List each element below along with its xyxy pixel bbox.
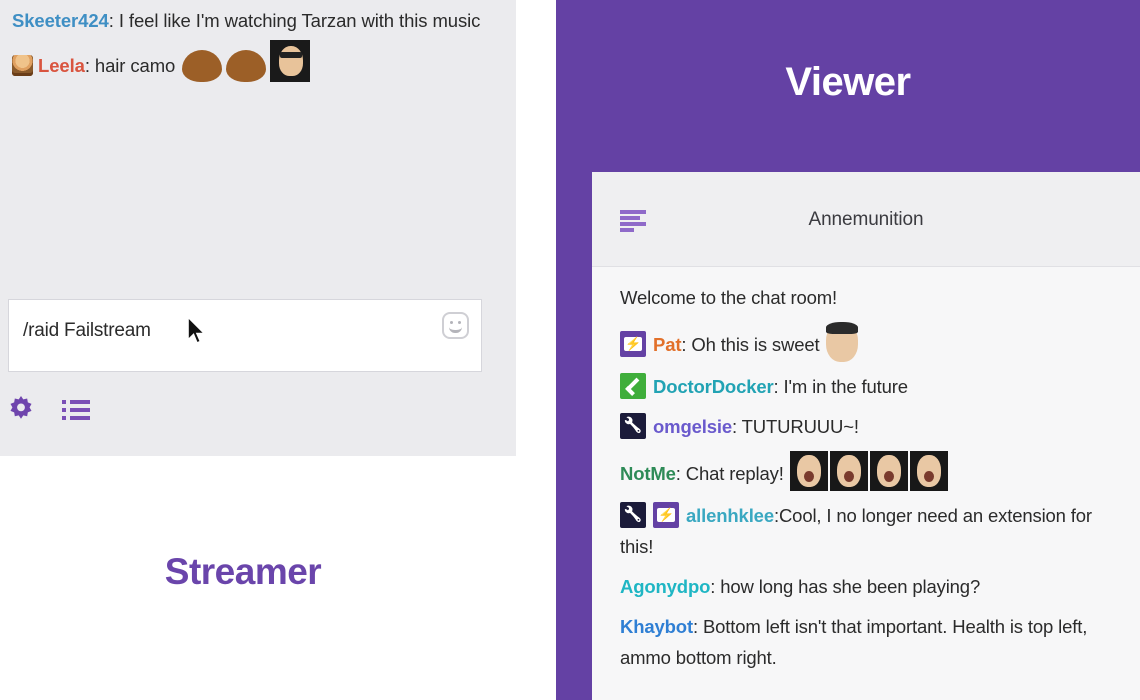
sunglasses-face-emote-icon (270, 40, 311, 82)
chat-username[interactable]: Agonydpo (620, 576, 710, 597)
chat-separator: : (681, 334, 692, 355)
chat-message: Leela: hair camo (12, 40, 502, 82)
chat-username[interactable]: DoctorDocker (653, 376, 774, 397)
chat-username[interactable]: NotMe (620, 463, 676, 484)
screenshot-root: Skeeter424: I feel like I'm watching Tar… (0, 0, 1140, 700)
chat-username[interactable]: Leela (38, 55, 85, 76)
chat-separator: : (108, 10, 119, 31)
chat-message-text: TUTURUUU~! (741, 416, 859, 437)
chat-separator: : (692, 616, 703, 637)
viewer-section-label: Viewer (785, 60, 911, 104)
chat-username[interactable]: Khaybot (620, 616, 693, 637)
gear-icon[interactable] (8, 396, 34, 422)
chat-toolbar: Chat (0, 388, 516, 448)
streamer-chat-card: Skeeter424: I feel like I'm watching Tar… (0, 0, 516, 456)
chat-separator: : (84, 55, 95, 76)
chat-separator: : (710, 576, 721, 597)
burger-badge-icon (12, 55, 33, 76)
chat-settings-list-icon[interactable] (62, 400, 90, 420)
chat-separator: : (675, 463, 686, 484)
chat-message-text: Oh this is sweet (691, 334, 820, 355)
chat-message-text: how long has she been playing? (720, 576, 981, 597)
smiley-face-icon[interactable] (442, 312, 469, 339)
chat-channel-title: Annemunition (808, 208, 924, 230)
chat-username[interactable]: Skeeter424 (12, 10, 109, 31)
chat-message-text: I'm in the future (783, 376, 909, 397)
burger-emote-icon (226, 50, 267, 82)
surprised-face-emote-icon (869, 451, 908, 491)
chat-message-text: Chat replay! (685, 463, 784, 484)
viewer-message-list: Welcome to the chat room! Pat: Oh this i… (592, 268, 1140, 682)
chat-input-box[interactable]: /raid Failstream (8, 299, 482, 372)
chat-username[interactable]: Pat (653, 334, 681, 355)
chat-message: Skeeter424: I feel like I'm watching Tar… (12, 6, 502, 36)
chat-message: Agonydpo: how long has she been playing? (620, 571, 1130, 602)
moderator-wrench-badge-icon (620, 413, 646, 439)
prime-badge-icon (620, 331, 646, 357)
moderator-wrench-badge-icon (620, 502, 646, 528)
surprised-face-emote-icon (909, 451, 948, 491)
chat-username[interactable]: omgelsie (653, 416, 732, 437)
chat-message: allenhklee:Cool, I no longer need an ext… (620, 500, 1130, 562)
viewer-panel: Viewer Annemunition Welcome to the chat … (556, 0, 1140, 700)
chat-separator: : (732, 416, 742, 437)
kappa-emote-icon (825, 322, 858, 362)
viewer-chat-header: Annemunition (592, 172, 1140, 267)
chat-separator: : (773, 376, 784, 397)
surprised-face-emote-icon (829, 451, 868, 491)
chat-username[interactable]: allenhklee (686, 505, 774, 526)
surprised-face-emote-icon (789, 451, 828, 491)
viewer-chat-card: Annemunition Welcome to the chat room! P… (592, 172, 1140, 700)
chat-message-text: I feel like I'm watching Tarzan with thi… (118, 10, 481, 31)
mouse-pointer-icon (187, 316, 207, 345)
burger-emote-icon (182, 50, 223, 82)
prime-badge-icon (653, 502, 679, 528)
chat-message: NotMe: Chat replay! (620, 451, 1130, 491)
sword-badge-icon (620, 373, 646, 399)
chat-message: Khaybot: Bottom left isn't that importan… (620, 611, 1130, 673)
chat-message: Pat: Oh this is sweet (620, 322, 1130, 362)
streamer-section-label: Streamer (164, 551, 322, 592)
chat-message: DoctorDocker: I'm in the future (620, 371, 1130, 402)
streamer-message-list: Skeeter424: I feel like I'm watching Tar… (0, 0, 516, 86)
chat-input-value[interactable]: /raid Failstream (23, 320, 151, 342)
chat-message-text: hair camo (94, 55, 176, 76)
chat-welcome-message: Welcome to the chat room! (620, 287, 837, 308)
streamer-panel: Skeeter424: I feel like I'm watching Tar… (0, 0, 516, 700)
chat-message: omgelsie: TUTURUUU~! (620, 411, 1130, 442)
